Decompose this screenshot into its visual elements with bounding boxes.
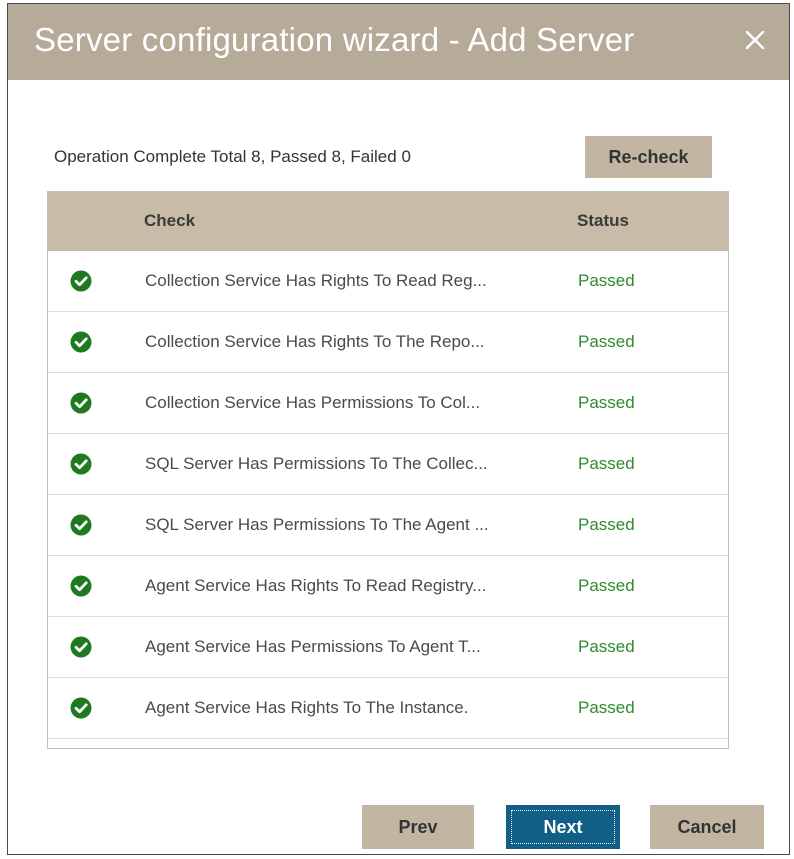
checks-table: Check Status Collection Service Has Righ… bbox=[47, 191, 729, 749]
table-header: Check Status bbox=[48, 192, 728, 251]
check-circle-icon bbox=[70, 636, 92, 658]
check-name: Agent Service Has Permissions To Agent T… bbox=[145, 637, 481, 656]
table-body: Collection Service Has Rights To Read Re… bbox=[48, 251, 728, 739]
column-header-check[interactable]: Check bbox=[144, 211, 195, 231]
check-circle-icon bbox=[70, 453, 92, 475]
operation-summary: Operation Complete Total 8, Passed 8, Fa… bbox=[54, 147, 411, 166]
check-circle-icon bbox=[70, 575, 92, 597]
check-name: SQL Server Has Permissions To The Collec… bbox=[145, 454, 488, 473]
check-circle-icon bbox=[70, 331, 92, 353]
check-status: Passed bbox=[578, 332, 635, 351]
table-row[interactable]: Collection Service Has Rights To The Rep… bbox=[48, 312, 728, 373]
check-name: Collection Service Has Permissions To Co… bbox=[145, 393, 481, 412]
table-row[interactable]: Collection Service Has Permissions To Co… bbox=[48, 373, 728, 434]
recheck-button[interactable]: Re-check bbox=[585, 136, 712, 178]
table-row[interactable]: Agent Service Has Rights To The Instance… bbox=[48, 678, 728, 739]
check-circle-icon bbox=[70, 514, 92, 536]
prev-button[interactable]: Prev bbox=[362, 805, 474, 849]
check-status: Passed bbox=[578, 271, 635, 290]
check-status: Passed bbox=[578, 698, 635, 717]
close-icon[interactable] bbox=[737, 22, 773, 58]
check-status: Passed bbox=[578, 515, 635, 534]
table-row[interactable]: SQL Server Has Permissions To The Collec… bbox=[48, 434, 728, 495]
check-status: Passed bbox=[578, 454, 635, 473]
check-name: Agent Service Has Rights To The Instance… bbox=[145, 698, 469, 717]
check-status: Passed bbox=[578, 393, 635, 412]
check-name: Collection Service Has Rights To Read Re… bbox=[145, 271, 487, 290]
table-row[interactable]: SQL Server Has Permissions To The Agent … bbox=[48, 495, 728, 556]
check-name: SQL Server Has Permissions To The Agent … bbox=[145, 515, 489, 534]
column-header-status[interactable]: Status bbox=[577, 211, 629, 231]
check-circle-icon bbox=[70, 697, 92, 719]
next-button[interactable]: Next bbox=[506, 805, 620, 849]
cancel-button[interactable]: Cancel bbox=[650, 805, 764, 849]
check-circle-icon bbox=[70, 392, 92, 414]
check-name: Collection Service Has Rights To The Rep… bbox=[145, 332, 485, 351]
table-row[interactable]: Collection Service Has Rights To Read Re… bbox=[48, 251, 728, 312]
check-name: Agent Service Has Rights To Read Registr… bbox=[145, 576, 487, 595]
table-row[interactable]: Agent Service Has Permissions To Agent T… bbox=[48, 617, 728, 678]
table-row[interactable]: Agent Service Has Rights To Read Registr… bbox=[48, 556, 728, 617]
dialog-title: Server configuration wizard - Add Server bbox=[34, 21, 635, 58]
server-config-dialog: Server configuration wizard - Add Server… bbox=[7, 3, 790, 855]
check-circle-icon bbox=[70, 270, 92, 292]
check-status: Passed bbox=[578, 637, 635, 656]
dialog-titlebar: Server configuration wizard - Add Server bbox=[8, 4, 789, 80]
check-status: Passed bbox=[578, 576, 635, 595]
